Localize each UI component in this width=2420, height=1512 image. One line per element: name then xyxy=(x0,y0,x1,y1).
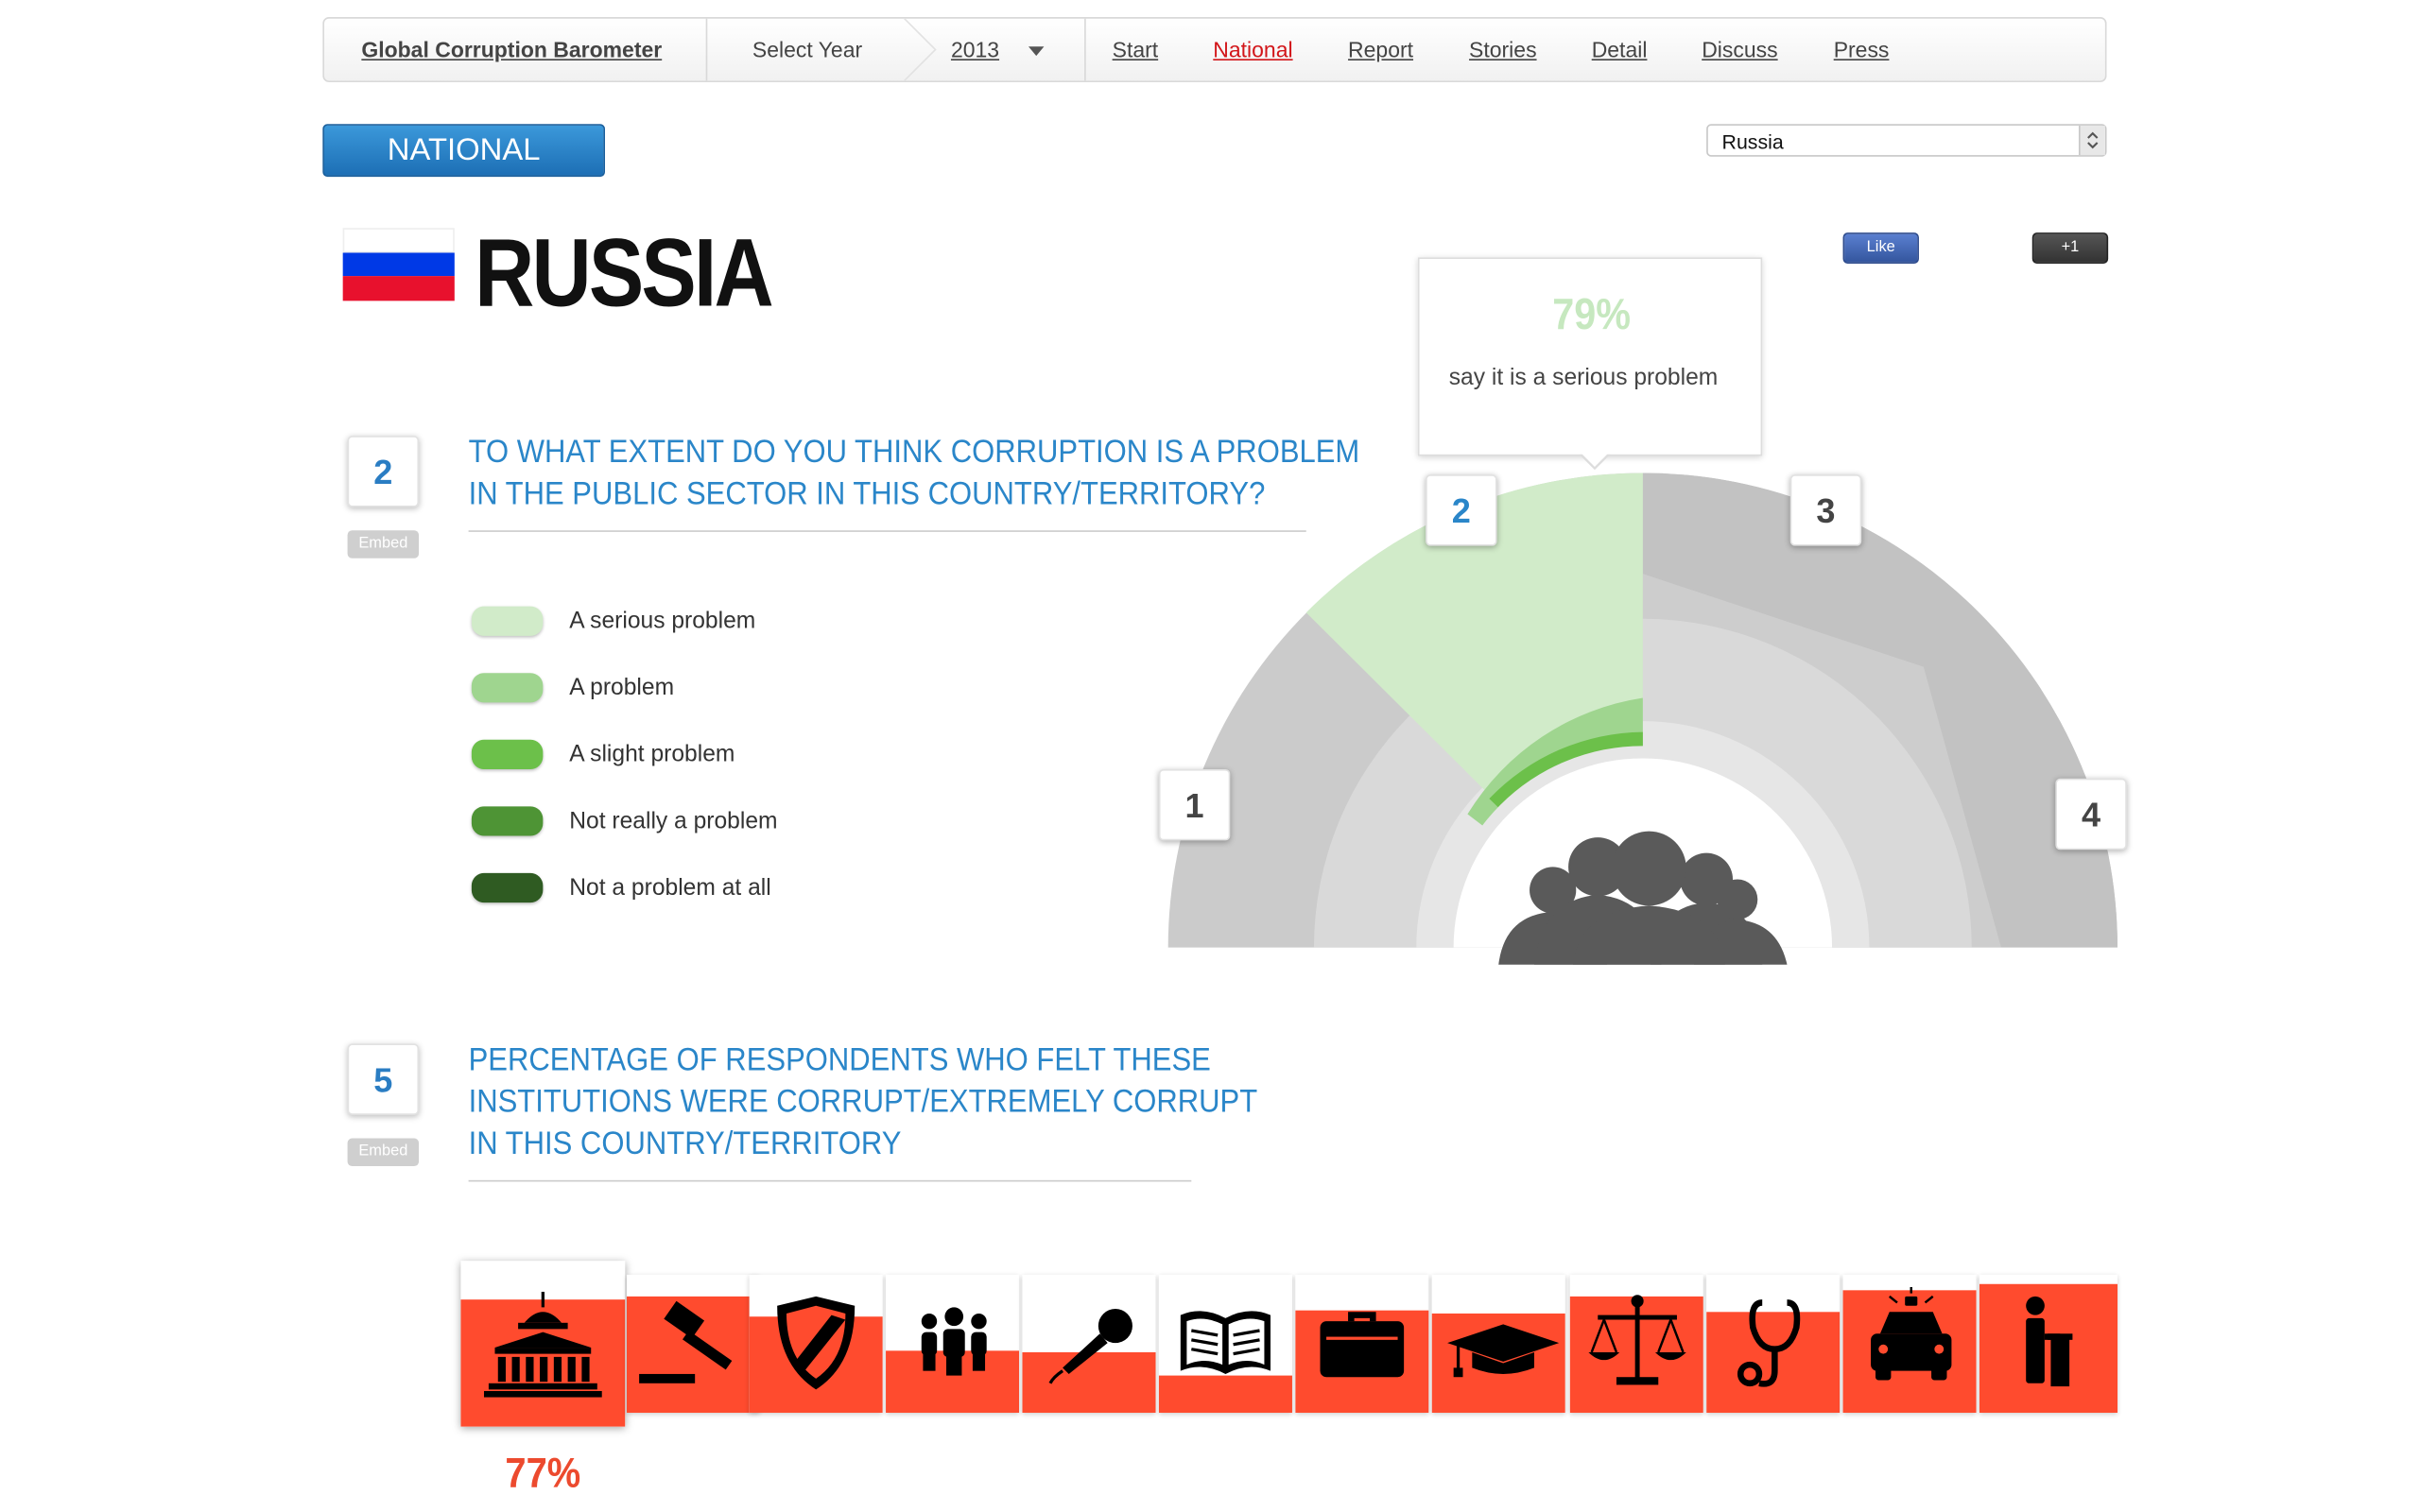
question-title-line: INSTITUTIONS WERE CORRUPT/EXTREMELY CORR… xyxy=(468,1084,1258,1120)
book-icon xyxy=(1180,1311,1271,1374)
legend-swatch-not-really[interactable] xyxy=(471,806,544,836)
legend-label: Not a problem at all xyxy=(569,874,771,902)
divider xyxy=(468,1179,1192,1182)
legend-swatch-problem[interactable] xyxy=(471,673,544,703)
people-group-icon xyxy=(921,1307,987,1376)
institution-tile-parliament[interactable] xyxy=(460,1261,626,1427)
nav-divider xyxy=(1084,18,1086,81)
nav-divider xyxy=(705,18,708,81)
segment-button-4[interactable]: 4 xyxy=(2055,778,2127,850)
selected-institution-percentage: 77% xyxy=(505,1450,581,1497)
scales-icon xyxy=(1588,1295,1686,1385)
question-title-line: IN THIS COUNTRY/TERRITORY xyxy=(468,1125,902,1162)
institution-tile-education[interactable] xyxy=(1158,1274,1292,1413)
like-button[interactable]: Like xyxy=(1842,232,1919,264)
nav-link-stories[interactable]: Stories xyxy=(1469,37,1537,61)
tooltip-pointer-fill xyxy=(1581,453,1609,467)
graduation-cap-icon xyxy=(1447,1324,1560,1378)
national-results-button[interactable]: NATIONAL RESULTS xyxy=(322,124,606,218)
nav-chevron-divider xyxy=(904,18,937,81)
briefcase-icon xyxy=(1320,1312,1405,1378)
shield-icon xyxy=(777,1296,856,1390)
podium-speaker-icon xyxy=(2026,1296,2073,1387)
brand-link[interactable]: Global Corruption Barometer xyxy=(361,37,662,61)
year-dropdown[interactable]: 2013 xyxy=(951,37,999,61)
institution-tile-judiciary[interactable] xyxy=(626,1274,761,1413)
segment-button-1[interactable]: 1 xyxy=(1158,768,1231,841)
country-title: RUSSIA xyxy=(475,220,774,328)
legend-label: Not really a problem xyxy=(569,807,778,834)
legend-swatch-slight[interactable] xyxy=(471,739,544,769)
embed-button[interactable]: Embed xyxy=(347,530,420,558)
top-nav-bar: Global Corruption Barometer Select Year … xyxy=(322,17,2107,82)
gavel-icon xyxy=(639,1300,733,1383)
nav-link-detail[interactable]: Detail xyxy=(1592,37,1648,61)
institution-tile-police[interactable] xyxy=(1842,1274,1977,1413)
country-select-value: Russia xyxy=(1721,129,1784,154)
tooltip-text: say it is a serious problem xyxy=(1448,364,1719,391)
country-select[interactable]: Russia xyxy=(1706,124,2107,157)
institution-tile-legal-system[interactable] xyxy=(1569,1274,1703,1413)
select-year-label: Select Year xyxy=(752,37,863,62)
institution-tile-military[interactable] xyxy=(749,1274,883,1413)
question-number: 2 xyxy=(347,436,420,507)
question-title-line: PERCENTAGE OF RESPONDENTS WHO FELT THESE xyxy=(468,1041,1211,1078)
legend-label: A slight problem xyxy=(569,741,735,768)
nav-link-discuss[interactable]: Discuss xyxy=(1702,37,1777,61)
russia-flag xyxy=(342,228,455,301)
legend-swatch-serious[interactable] xyxy=(471,606,544,636)
institution-tile-media[interactable] xyxy=(1022,1274,1156,1413)
tooltip-percentage: 79% xyxy=(1552,289,1632,338)
parliament-icon xyxy=(484,1291,602,1398)
plus-one-button[interactable]: +1 xyxy=(2031,232,2109,264)
institution-tile-public-officials[interactable] xyxy=(1979,1274,2118,1413)
chevron-down-icon[interactable] xyxy=(1028,46,1045,57)
legend-swatch-not-at-all[interactable] xyxy=(471,872,544,903)
semicircle-chart[interactable] xyxy=(1148,450,2140,970)
nav-link-start[interactable]: Start xyxy=(1113,37,1159,61)
police-car-icon xyxy=(1871,1287,1952,1381)
institution-tile-education-system[interactable] xyxy=(1431,1274,1565,1413)
microphone-icon xyxy=(1048,1309,1132,1384)
segment-button-3[interactable]: 3 xyxy=(1789,474,1862,546)
legend-label: A problem xyxy=(569,674,675,701)
institution-tile-business[interactable] xyxy=(1295,1274,1429,1413)
question-number: 5 xyxy=(347,1043,420,1115)
chart-tooltip: 79% say it is a serious problem xyxy=(1417,257,1763,456)
institution-tile-medical[interactable] xyxy=(1706,1274,1841,1413)
embed-button[interactable]: Embed xyxy=(347,1138,420,1167)
nav-link-press[interactable]: Press xyxy=(1834,37,1890,61)
nav-link-national[interactable]: National xyxy=(1213,37,1292,61)
nav-link-report[interactable]: Report xyxy=(1348,37,1413,61)
institution-tile-ngos[interactable] xyxy=(886,1274,1020,1413)
question-title: PERCENTAGE OF RESPONDENTS WHO FELT THESE… xyxy=(469,1039,1258,1164)
legend-label: A serious problem xyxy=(569,608,756,635)
select-arrows-icon[interactable] xyxy=(2078,125,2105,156)
stethoscope-icon xyxy=(1737,1299,1801,1387)
segment-button-2[interactable]: 2 xyxy=(1426,474,1497,546)
